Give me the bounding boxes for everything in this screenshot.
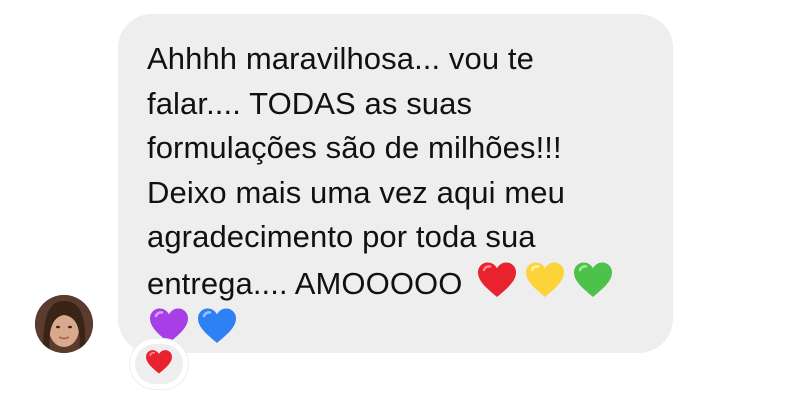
reaction-badge[interactable] <box>130 339 188 389</box>
blue-heart-icon <box>195 306 239 346</box>
reaction-pill <box>135 344 183 384</box>
yellow-heart-icon <box>523 260 567 300</box>
sender-avatar[interactable] <box>35 295 93 353</box>
chat-message-row: Ahhhh maravilhosa... vou te falar.... TO… <box>0 0 799 410</box>
green-heart-icon <box>571 260 615 300</box>
message-line: falar.... TODAS as suas <box>147 85 473 121</box>
message-line: agradecimento por toda sua <box>147 219 536 254</box>
red-heart-icon <box>144 348 174 381</box>
message-line: formulações são de milhões!!! <box>147 130 562 165</box>
message-text: Ahhhh maravilhosa... vou te falar.... TO… <box>147 37 653 353</box>
red-heart-icon <box>475 260 519 300</box>
avatar-photo-icon <box>35 295 93 353</box>
message-line: Ahhhh maravilhosa... vou te <box>147 41 534 76</box>
message-line-with-emojis: entrega.... AMOOOOO <box>147 260 653 307</box>
message-line-emojis <box>147 306 653 353</box>
message-bubble[interactable]: Ahhhh maravilhosa... vou te falar.... TO… <box>118 14 673 353</box>
message-line: entrega.... AMOOOOO <box>147 265 463 301</box>
message-line: Deixo mais uma vez aqui meu <box>147 174 565 210</box>
